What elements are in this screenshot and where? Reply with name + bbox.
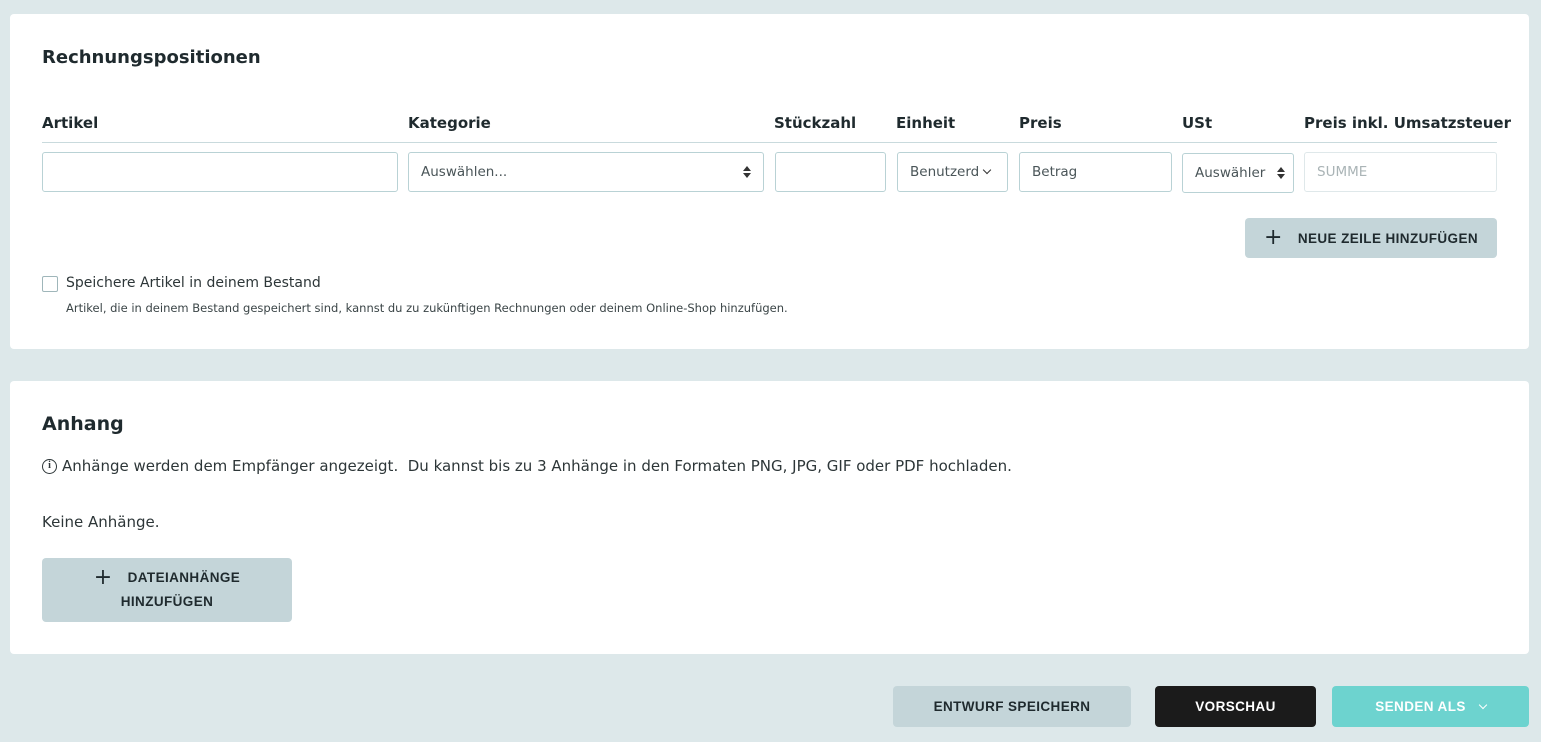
plus-icon: +	[93, 565, 113, 590]
ust-value: Auswähler	[1195, 165, 1266, 181]
artikel-input[interactable]	[42, 152, 398, 192]
column-header-stueckzahl: Stückzahl	[774, 114, 857, 132]
stueckzahl-input[interactable]	[775, 152, 886, 192]
add-attachments-button[interactable]: + DATEIANHÄNGE HINZUFÜGEN	[42, 558, 292, 622]
invoice-items-card: Rechnungspositionen Artikel Kategorie St…	[10, 14, 1529, 349]
attachments-card: Anhang i Anhänge werden dem Empfänger an…	[10, 381, 1529, 654]
summe-field: SUMME	[1304, 152, 1497, 192]
chevron-down-icon	[983, 165, 992, 175]
add-row-button[interactable]: + NEUE ZEILE HINZUFÜGEN	[1245, 218, 1497, 258]
add-attachments-label-line1: DATEIANHÄNGE	[127, 570, 241, 585]
add-row-label: NEUE ZEILE HINZUFÜGEN	[1297, 230, 1478, 246]
column-header-artikel: Artikel	[42, 114, 99, 132]
send-as-label: SENDEN ALS	[1375, 699, 1466, 714]
einheit-value: Benutzerd	[910, 164, 980, 180]
column-header-ust: USt	[1182, 114, 1213, 132]
column-header-kategorie: Kategorie	[408, 114, 491, 132]
preis-input[interactable]: Betrag	[1019, 152, 1172, 192]
header-divider	[42, 142, 1497, 143]
kategorie-select[interactable]: Auswählen...	[408, 152, 764, 192]
summe-placeholder: SUMME	[1317, 164, 1368, 180]
column-header-einheit: Einheit	[896, 114, 956, 132]
attachments-info-text: Anhänge werden dem Empfänger angezeigt. …	[62, 457, 1012, 475]
add-attachments-label-line2: HINZUFÜGEN	[120, 594, 214, 609]
ust-select[interactable]: Auswähler	[1182, 153, 1294, 193]
einheit-select[interactable]: Benutzerd	[897, 152, 1008, 192]
chevron-down-icon	[1478, 700, 1487, 709]
column-header-preis: Preis	[1019, 114, 1062, 132]
preis-placeholder: Betrag	[1032, 164, 1078, 180]
info-icon: i	[42, 458, 57, 474]
save-draft-button[interactable]: ENTWURF SPEICHERN	[893, 686, 1131, 727]
plus-icon: +	[1264, 225, 1283, 250]
select-arrows-icon	[743, 165, 751, 179]
section-title-items: Rechnungspositionen	[42, 47, 261, 68]
save-to-inventory-label[interactable]: Speichere Artikel in deinem Bestand	[66, 275, 321, 291]
column-header-preis-inkl: Preis inkl. Umsatzsteuer	[1304, 114, 1511, 132]
no-attachments-text: Keine Anhänge.	[42, 513, 160, 531]
select-arrows-icon	[1277, 166, 1285, 180]
save-to-inventory-hint: Artikel, die in deinem Bestand gespeiche…	[66, 301, 788, 315]
save-to-inventory-checkbox[interactable]	[42, 276, 58, 292]
preview-button[interactable]: VORSCHAU	[1155, 686, 1316, 727]
attachments-info: i Anhänge werden dem Empfänger angezeigt…	[42, 457, 1012, 475]
kategorie-value: Auswählen...	[421, 164, 508, 180]
send-as-button[interactable]: SENDEN ALS	[1332, 686, 1529, 727]
section-title-attachments: Anhang	[42, 413, 124, 435]
